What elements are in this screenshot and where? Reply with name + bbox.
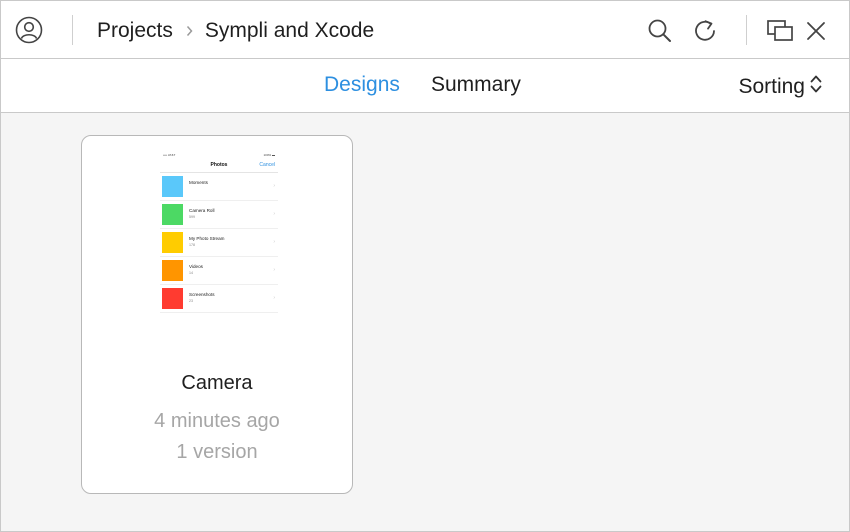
thumbnail-album-label: Videos <box>189 264 203 269</box>
window-icon[interactable] <box>765 16 797 46</box>
thumbnail-row: My Photo Stream 178 › <box>160 229 278 257</box>
refresh-icon[interactable] <box>690 16 720 46</box>
thumbnail-status-left: •••• AT&T <box>163 153 176 157</box>
thumbnail-album-swatch <box>162 204 183 225</box>
titlebar-divider <box>72 15 73 45</box>
thumbnail-album-label: My Photo Stream <box>189 236 225 241</box>
thumbnail-chevron-icon: › <box>273 211 275 217</box>
thumbnail-album-swatch <box>162 176 183 197</box>
thumbnail-album-label: Camera Roll <box>189 208 215 213</box>
thumbnail-album-count: 178 <box>189 243 195 247</box>
thumbnail-album-count: 599 <box>189 215 195 219</box>
thumbnail-album-swatch <box>162 288 183 309</box>
thumbnail-chevron-icon: › <box>273 295 275 301</box>
thumbnail-album-swatch <box>162 232 183 253</box>
thumbnail-nav-bar: Photos Cancel <box>160 158 278 173</box>
breadcrumb-current-project: Sympli and Xcode <box>204 19 375 42</box>
thumbnail-chevron-icon: › <box>273 267 275 273</box>
thumbnail-album-swatch <box>162 260 183 281</box>
thumbnail-chevron-icon: › <box>273 239 275 245</box>
design-version-count: 1 version <box>176 441 258 463</box>
close-icon[interactable] <box>801 16 831 46</box>
thumbnail-row: Screenshots 23 › <box>160 285 278 313</box>
tab-designs[interactable]: Designs <box>324 73 400 97</box>
tab-summary[interactable]: Summary <box>431 73 521 97</box>
thumbnail-album-count: 23 <box>189 299 193 303</box>
tab-bar: Designs Summary Sorting <box>1 59 849 113</box>
design-updated-time: 4 minutes ago <box>154 410 280 432</box>
design-name: Camera <box>181 372 253 394</box>
account-icon[interactable] <box>13 14 45 46</box>
thumbnail-row: Moments › <box>160 173 278 201</box>
breadcrumb-projects-link[interactable]: Projects <box>97 19 173 43</box>
thumbnail-album-label: Screenshots <box>189 292 215 297</box>
thumbnail-status-right: 100% ▬ <box>263 153 275 157</box>
breadcrumb: Projects Sympli and Xcode <box>97 18 374 44</box>
thumbnail-album-label: Moments <box>189 180 208 185</box>
up-down-chevron-icon <box>805 73 823 101</box>
sorting-label: Sorting <box>738 75 805 98</box>
titlebar-divider <box>746 15 747 45</box>
title-bar: Projects Sympli and Xcode <box>1 1 849 59</box>
design-thumbnail: •••• AT&T 100% ▬ Photos Cancel Moments ›… <box>160 152 278 314</box>
sorting-dropdown[interactable]: Sorting <box>738 73 823 101</box>
thumbnail-nav-action: Cancel <box>259 162 275 168</box>
thumbnail-album-count: 14 <box>189 271 193 275</box>
thumbnail-chevron-icon: › <box>273 183 275 189</box>
thumbnail-row: Camera Roll 599 › <box>160 201 278 229</box>
designs-grid: •••• AT&T 100% ▬ Photos Cancel Moments ›… <box>1 113 849 531</box>
search-icon[interactable] <box>645 16 675 46</box>
thumbnail-nav-title: Photos <box>210 162 228 168</box>
thumbnail-row: Videos 14 › <box>160 257 278 285</box>
design-card[interactable]: •••• AT&T 100% ▬ Photos Cancel Moments ›… <box>81 135 353 494</box>
app-window: Projects Sympli and Xcode Designs Summar… <box>0 0 850 532</box>
chevron-right-icon <box>186 25 193 37</box>
